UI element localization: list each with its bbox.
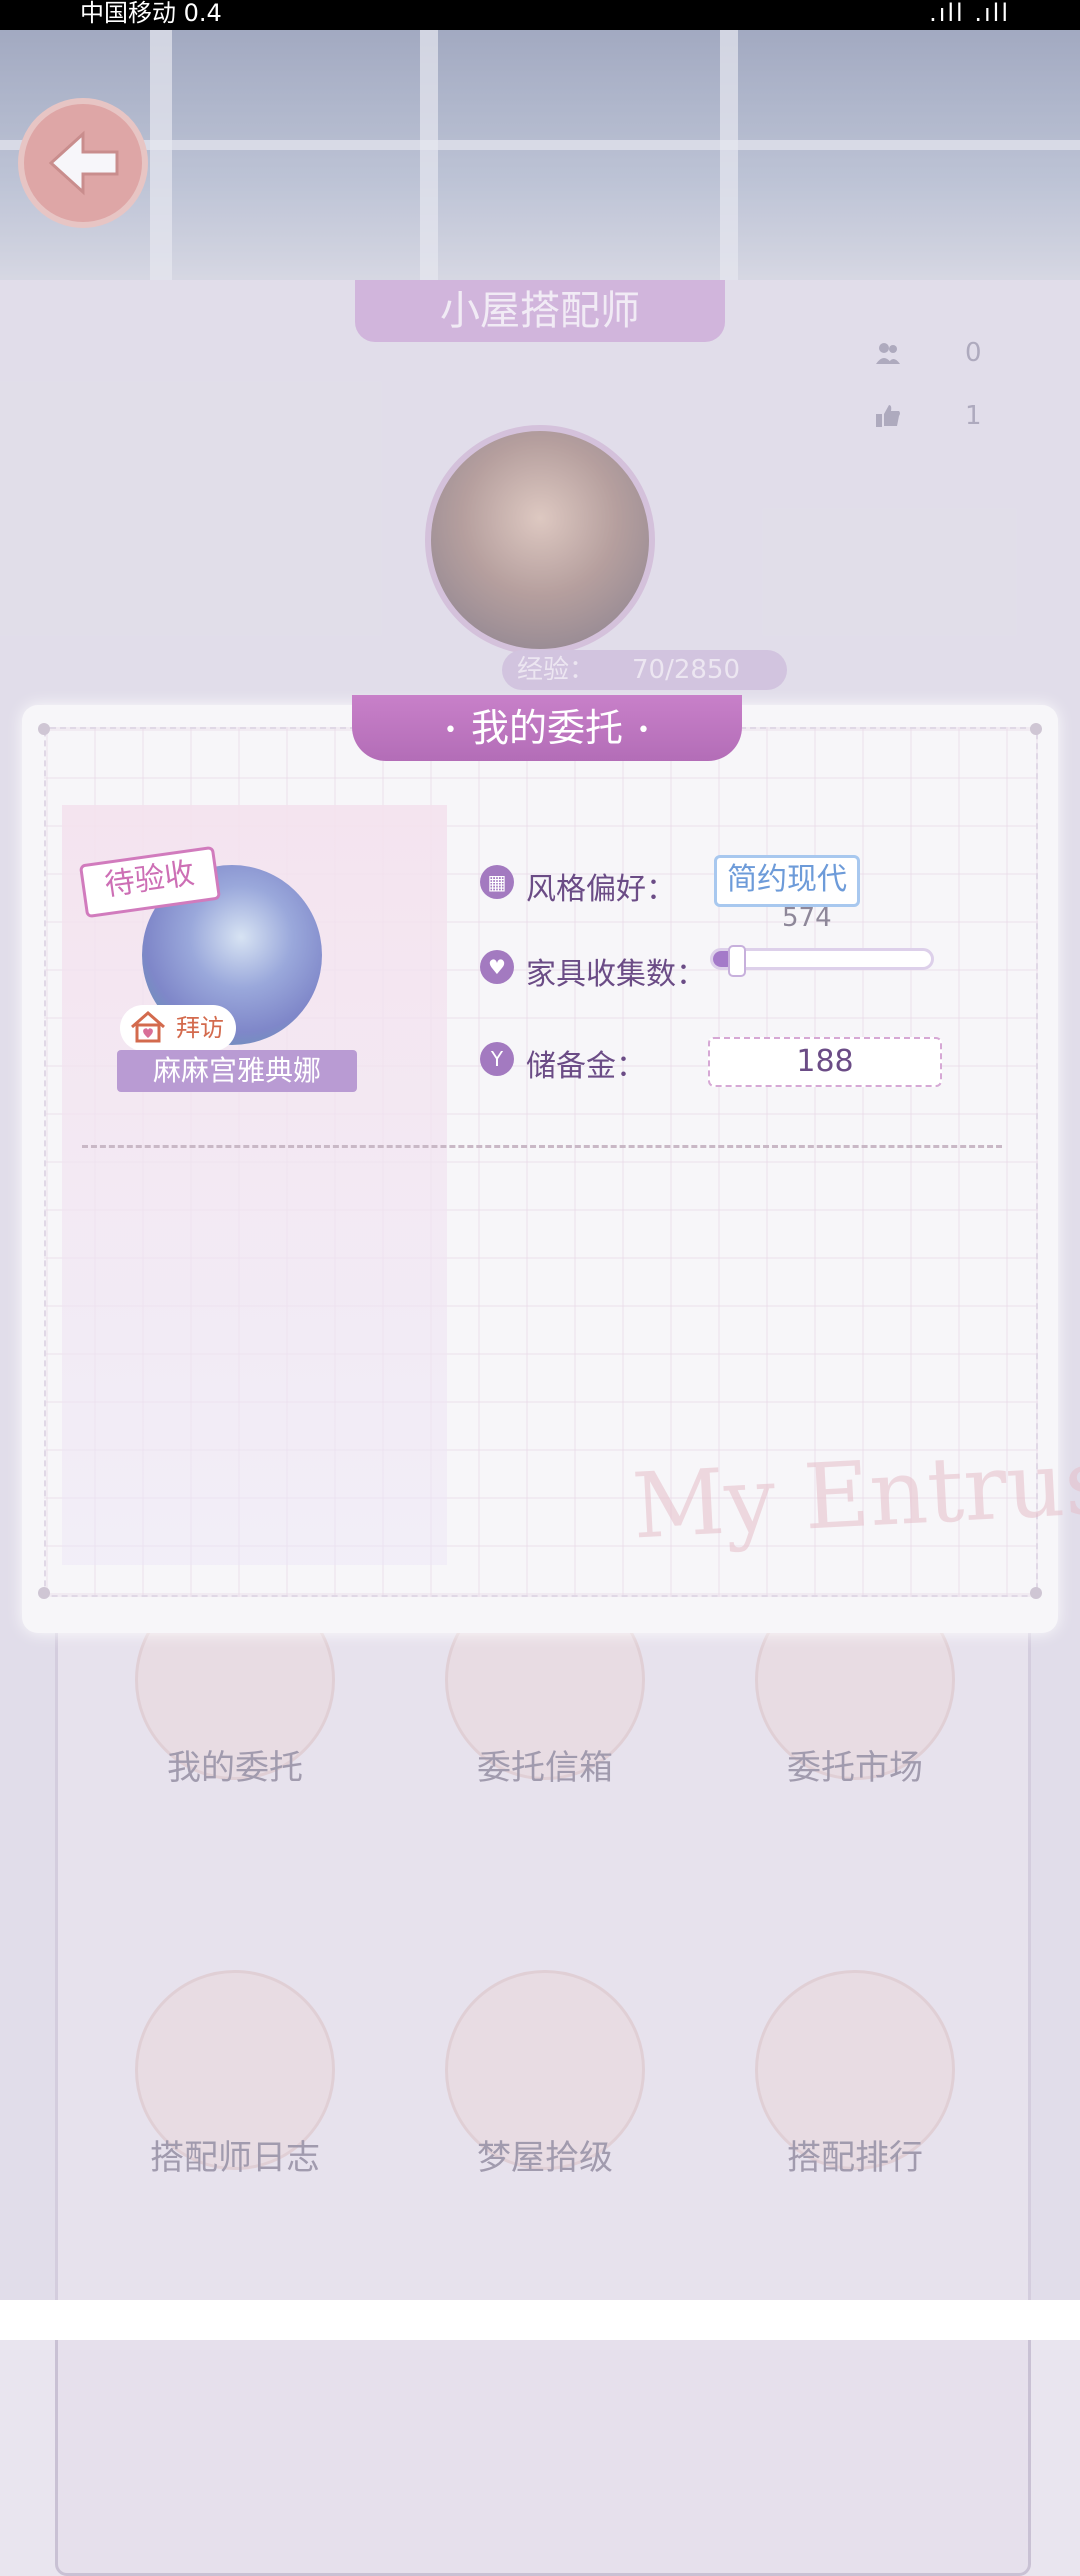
status-bar: 中国移动 0.4 .ıll .ıll [0, 0, 1080, 30]
furniture-progress-slider[interactable] [710, 945, 934, 977]
visit-label: 拜访 [176, 1014, 224, 1042]
corner-dot [38, 723, 50, 735]
visit-button[interactable]: 拜访 [120, 1005, 236, 1051]
house-icon [131, 1011, 165, 1043]
title-decor-right: • [637, 717, 650, 743]
corner-dot [1030, 723, 1042, 735]
signal-indicators: .ıll .ıll [929, 0, 1010, 27]
coin-icon: Y [480, 1042, 514, 1076]
system-nav-bar [0, 2300, 1080, 2340]
furniture-value: 574 [782, 903, 832, 933]
corner-dot [1030, 1587, 1042, 1599]
style-value-chip: 简约现代 [714, 855, 860, 907]
heart-icon: ♥ [480, 950, 514, 984]
dashed-divider [82, 1145, 1002, 1148]
reserve-label: 储备金： [526, 1049, 646, 1084]
carrier-label: 中国移动 0.4 [80, 0, 222, 27]
dialog-title: • 我的委托 • [352, 695, 742, 761]
style-label: 风格偏好： [526, 872, 676, 907]
style-grid-icon: ▦ [480, 865, 514, 899]
client-name: 麻麻宫雅典娜 [117, 1050, 357, 1092]
corner-dot [38, 1587, 50, 1599]
title-decor-left: • [444, 717, 457, 743]
dialog-title-text: 我的委托 [470, 706, 623, 750]
furniture-label: 家具收集数： [526, 957, 706, 992]
slider-knob[interactable] [727, 945, 746, 977]
entrustment-dialog: • 我的委托 • 待验收 拜访 麻麻宫雅典娜 ▦ 风格偏好： 简约现代 ♥ 家具收集… [22, 695, 1080, 1633]
reserve-value-field: 188 [708, 1037, 942, 1087]
